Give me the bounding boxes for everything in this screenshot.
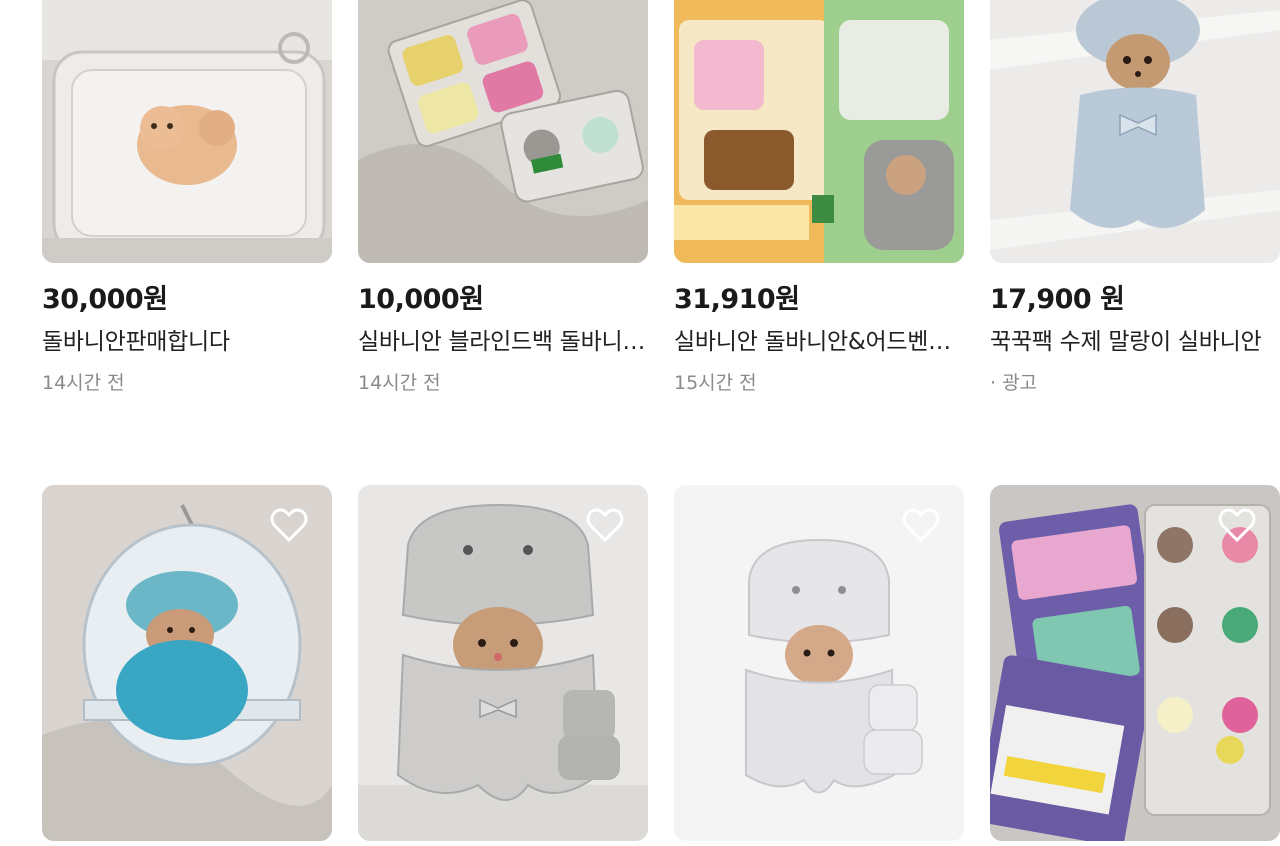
- product-card[interactable]: 17,900 원 꾹꾹팩 수제 말랑이 실바니안 · 광고: [990, 0, 1280, 397]
- product-image[interactable]: [990, 485, 1280, 841]
- product-price: 31,910원: [674, 284, 800, 315]
- product-card[interactable]: [990, 485, 1280, 841]
- heart-outline-icon[interactable]: [586, 507, 624, 543]
- product-image[interactable]: [674, 0, 964, 263]
- product-card[interactable]: 10,000원 실바니안 블라인드백 돌바니안 세트 14시간 전: [358, 0, 648, 397]
- product-card[interactable]: [674, 485, 964, 841]
- product-price: 17,900 원: [990, 284, 1125, 315]
- heart-outline-icon[interactable]: [1218, 507, 1256, 543]
- product-title[interactable]: 실바니안 블라인드백 돌바니안 세트: [358, 325, 648, 359]
- product-image[interactable]: [990, 0, 1280, 263]
- product-price: 10,000원: [358, 284, 484, 315]
- heart-outline-icon[interactable]: [270, 507, 308, 543]
- product-posted-time: 14시간 전: [358, 372, 441, 394]
- product-image[interactable]: [358, 485, 648, 841]
- heart-outline-icon[interactable]: [902, 507, 940, 543]
- product-grid: 30,000원 돌바니안판매합니다 14시간 전 10,000원 실바니안 블라…: [0, 0, 1280, 846]
- product-title[interactable]: 돌바니안판매합니다: [42, 325, 332, 359]
- product-title[interactable]: 실바니안 돌바니안&어드벤처 세트: [674, 325, 964, 359]
- product-image[interactable]: [42, 485, 332, 841]
- product-card[interactable]: 31,910원 실바니안 돌바니안&어드벤처 세트 15시간 전: [674, 0, 964, 397]
- product-title[interactable]: 꾹꾹팩 수제 말랑이 실바니안: [990, 325, 1280, 359]
- product-image[interactable]: [42, 0, 332, 263]
- product-posted-time: 14시간 전: [42, 372, 125, 394]
- ad-label: · 광고: [990, 372, 1038, 394]
- product-image[interactable]: [674, 485, 964, 841]
- product-card[interactable]: [42, 485, 332, 841]
- product-posted-time: 15시간 전: [674, 372, 757, 394]
- product-card[interactable]: [358, 485, 648, 841]
- product-image[interactable]: [358, 0, 648, 263]
- product-price: 30,000원: [42, 284, 168, 315]
- product-card[interactable]: 30,000원 돌바니안판매합니다 14시간 전: [42, 0, 332, 397]
